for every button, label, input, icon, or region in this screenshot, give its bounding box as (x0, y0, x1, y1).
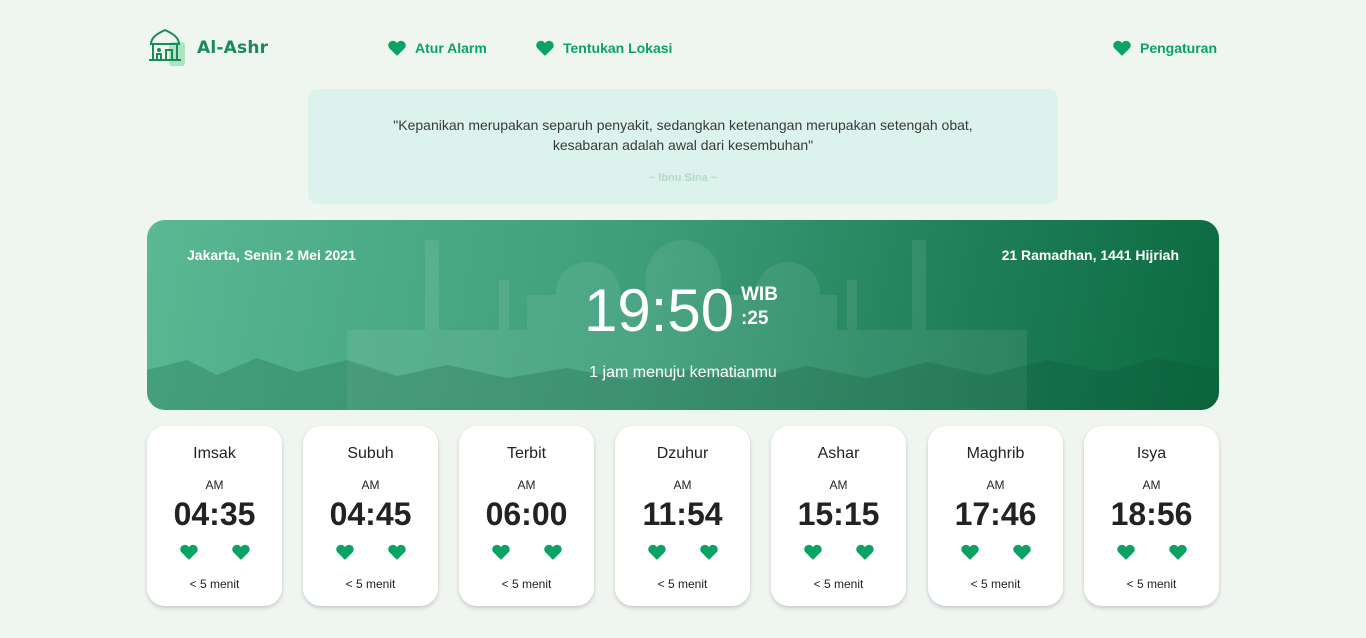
brand[interactable]: Al-Ashr (147, 28, 268, 68)
prayer-name: Maghrib (966, 445, 1025, 462)
prayer-card-maghrib: Maghrib AM 17:46 < 5 menit (928, 426, 1063, 606)
top-navigation: Al-Ashr Atur Alarm Tentukan Lokasi Penga… (147, 28, 1219, 72)
prayer-time: 15:15 (797, 496, 880, 532)
prayer-name: Subuh (347, 445, 394, 462)
prayer-ampm: AM (1142, 478, 1161, 492)
mosque-logo-icon (149, 28, 185, 66)
heart-icon[interactable] (179, 544, 198, 560)
prayer-name: Imsak (193, 445, 236, 462)
current-time: 19:50 (584, 277, 735, 344)
prayer-card-terbit: Terbit AM 06:00 < 5 menit (459, 426, 594, 606)
nav-location-label: Tentukan Lokasi (563, 40, 673, 56)
heart-icon (388, 40, 406, 56)
prayer-card-ashar: Ashar AM 15:15 < 5 menit (771, 426, 906, 606)
prayer-card-isya: Isya AM 18:56 < 5 menit (1084, 426, 1219, 606)
prayer-ampm: AM (205, 478, 224, 492)
prayer-note: < 5 menit (501, 577, 552, 591)
nav-settings-label: Pengaturan (1140, 40, 1218, 56)
heart-icon (1113, 40, 1131, 56)
prayer-ampm: AM (986, 478, 1005, 492)
clock-hero: Jakarta, Senin 2 Mei 2021 21 Ramadhan, 1… (147, 220, 1219, 410)
prayer-name: Terbit (506, 445, 547, 462)
prayer-note: < 5 menit (813, 577, 864, 591)
heart-icon[interactable] (699, 544, 718, 560)
heart-icon[interactable] (1168, 544, 1187, 560)
quote-box: "Kepanikan merupakan separuh penyakit, s… (308, 89, 1058, 204)
prayer-name: Dzuhur (656, 445, 709, 462)
heart-icon[interactable] (543, 544, 562, 560)
prayer-time: 18:56 (1110, 496, 1193, 532)
prayer-note: < 5 menit (345, 577, 396, 591)
prayer-card-subuh: Subuh AM 04:45 < 5 menit (303, 426, 438, 606)
prayer-note: < 5 menit (970, 577, 1021, 591)
heart-icon[interactable] (491, 544, 510, 560)
heart-icon[interactable] (1012, 544, 1031, 560)
heart-icon[interactable] (1116, 544, 1135, 560)
prayer-time: 06:00 (485, 496, 568, 532)
heart-icon[interactable] (335, 544, 354, 560)
prayer-card-imsak: Imsak AM 04:35 < 5 menit (147, 426, 282, 606)
prayer-name: Isya (1136, 445, 1167, 462)
prayer-note: < 5 menit (189, 577, 240, 591)
prayer-note: < 5 menit (657, 577, 708, 591)
prayer-note: < 5 menit (1126, 577, 1177, 591)
prayer-time: 04:45 (329, 496, 412, 532)
prayer-ampm: AM (673, 478, 692, 492)
quote-text: "Kepanikan merupakan separuh penyakit, s… (393, 117, 973, 153)
prayer-name: Ashar (817, 445, 860, 462)
location-date: Jakarta, Senin 2 Mei 2021 (187, 247, 356, 263)
heart-icon[interactable] (803, 544, 822, 560)
prayer-time: 11:54 (642, 496, 723, 532)
time-zone: WIB (741, 284, 778, 305)
prayer-ampm: AM (517, 478, 536, 492)
heart-icon[interactable] (231, 544, 250, 560)
prayer-time: 04:35 (173, 496, 256, 532)
nav-alarm-label: Atur Alarm (415, 40, 487, 56)
current-seconds: :25 (741, 308, 769, 329)
brand-name: Al-Ashr (197, 38, 269, 58)
prayer-card-dzuhur: Dzuhur AM 11:54 < 5 menit (615, 426, 750, 606)
prayer-ampm: AM (361, 478, 380, 492)
heart-icon[interactable] (647, 544, 666, 560)
heart-icon (536, 40, 554, 56)
heart-icon[interactable] (387, 544, 406, 560)
prayer-ampm: AM (829, 478, 848, 492)
nav-pengaturan[interactable]: Pengaturan (1113, 40, 1217, 56)
quote-author: ~ Ibnu Sina ~ (648, 172, 718, 184)
nav-tentukan-lokasi[interactable]: Tentukan Lokasi (536, 40, 672, 56)
hijri-date: 21 Ramadhan, 1441 Hijriah (1001, 247, 1179, 263)
nav-atur-alarm[interactable]: Atur Alarm (388, 40, 487, 56)
countdown-text: 1 jam menuju kematianmu (589, 364, 777, 381)
heart-icon[interactable] (855, 544, 874, 560)
prayer-time: 17:46 (954, 496, 1037, 532)
heart-icon[interactable] (960, 544, 979, 560)
